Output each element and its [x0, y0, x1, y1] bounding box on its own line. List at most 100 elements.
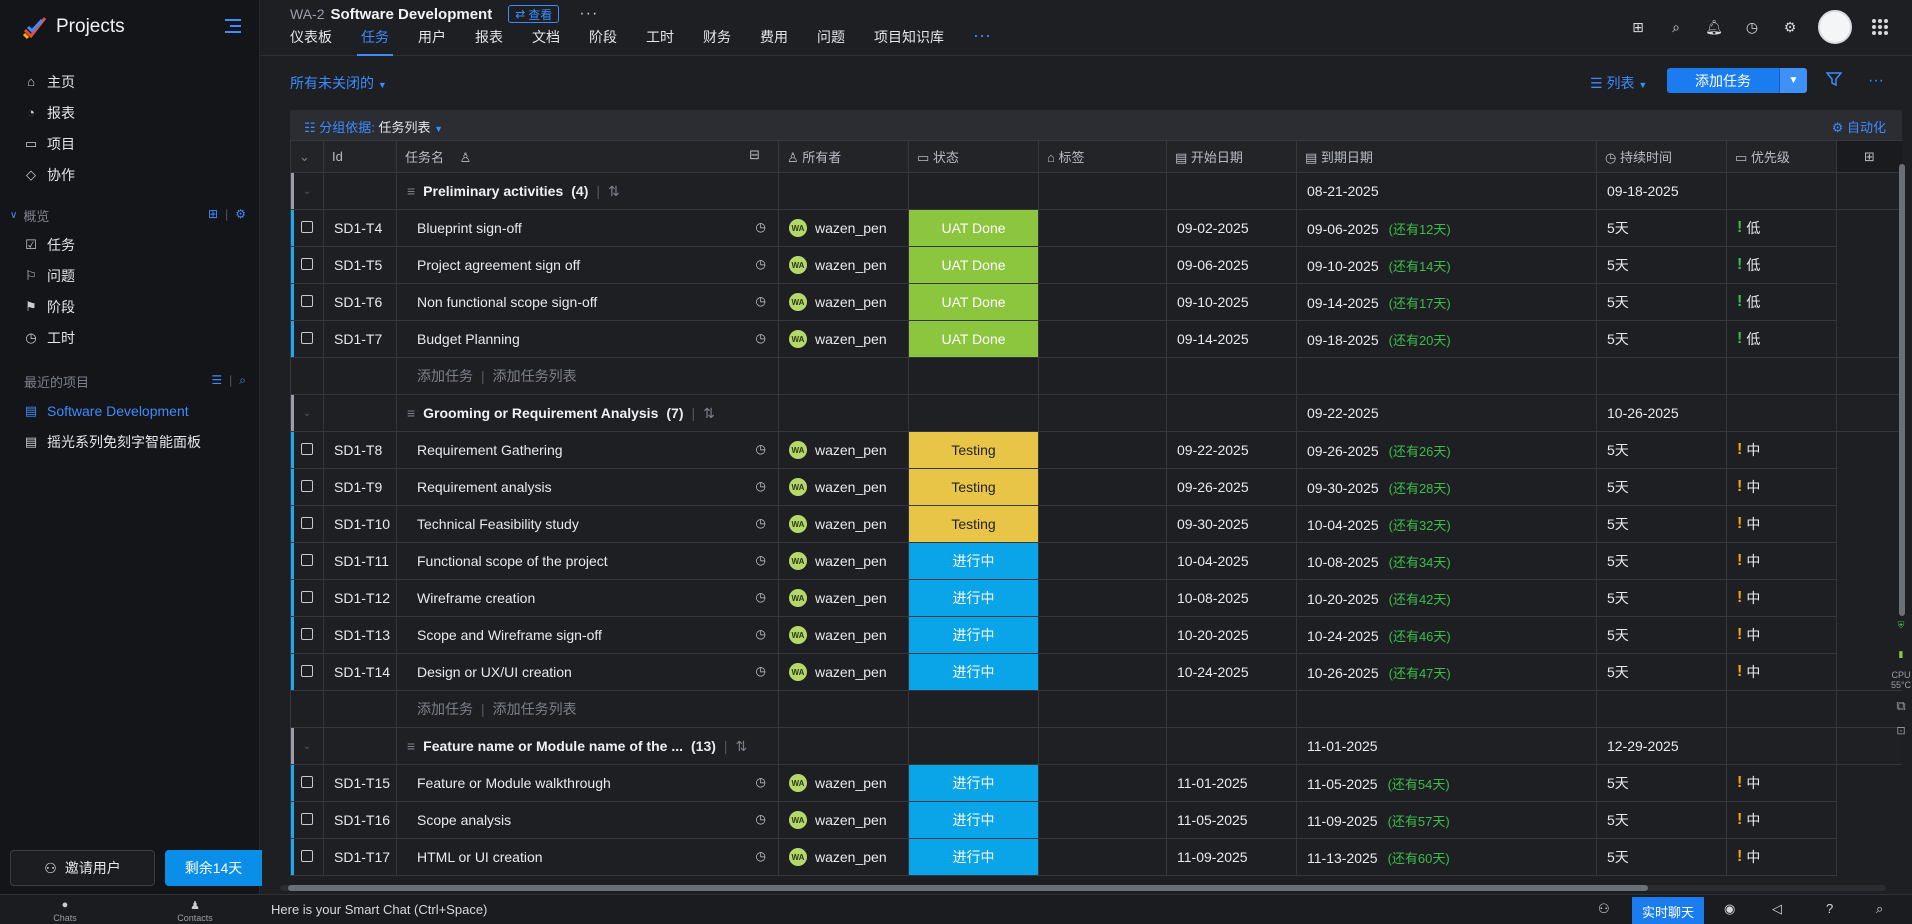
table-row[interactable]: SD1-T12 Wireframe creation ◷ WA wazen_pen … — [290, 579, 1903, 617]
tags-cell[interactable] — [1038, 801, 1167, 839]
task-name[interactable]: Technical Feasibility study — [417, 516, 579, 532]
priority-cell[interactable]: ! 中 — [1726, 838, 1837, 876]
tags-cell[interactable] — [1038, 653, 1167, 691]
row-checkbox[interactable] — [301, 591, 313, 603]
duration[interactable]: 5天 — [1596, 320, 1727, 358]
scrollbar-thumb[interactable] — [288, 885, 1648, 891]
table-row[interactable]: SD1-T8 Requirement Gathering ◷ WA wazen_pe… — [290, 431, 1903, 469]
live-chat-button[interactable]: 实时聊天 — [1632, 897, 1704, 924]
due-date-cell[interactable]: 09-18-2025 (还有20天) — [1296, 320, 1597, 358]
add-task-link[interactable]: 添加任务 — [417, 368, 473, 384]
start-date[interactable]: 09-10-2025 — [1166, 283, 1297, 321]
priority-cell[interactable]: ! 中 — [1726, 579, 1837, 617]
view-filter-dropdown[interactable]: 所有未关闭的 ▼ — [290, 73, 387, 93]
task-id[interactable]: SD1-T11 — [323, 542, 397, 580]
tags-cell[interactable] — [1038, 320, 1167, 358]
task-name[interactable]: Requirement analysis — [417, 479, 552, 495]
app-logo[interactable]: Projects — [22, 14, 125, 40]
timer-icon[interactable]: ◷ — [756, 220, 766, 234]
task-id[interactable]: SD1-T6 — [323, 283, 397, 321]
task-id[interactable]: SD1-T8 — [323, 431, 397, 469]
col-id[interactable]: Id — [323, 140, 397, 173]
col-task-name[interactable]: 任务名 ♙ ⊟ — [396, 140, 779, 173]
status-badge[interactable]: 进行中 — [908, 579, 1039, 617]
tab-expenses[interactable]: 费用 — [760, 28, 788, 56]
due-date-cell[interactable]: 10-24-2025 (还有46天) — [1296, 616, 1597, 654]
owner-cell[interactable]: WA wazen_pen — [778, 653, 909, 691]
timer-icon[interactable]: ◷ — [756, 812, 766, 826]
status-badge[interactable]: 进行中 — [908, 838, 1039, 876]
timer-icon[interactable]: ◷ — [756, 257, 766, 271]
status-badge[interactable]: 进行中 — [908, 616, 1039, 654]
tab-dashboard[interactable]: 仪表板 — [290, 28, 332, 56]
task-list-group-row[interactable]: ⌄ ≡ Feature name or Module name of the ..… — [290, 727, 1902, 765]
nav-collaborate[interactable]: ◇ 协作 — [0, 159, 260, 190]
vertical-scrollbar[interactable] — [1897, 160, 1907, 880]
timer-icon[interactable]: ◷ — [756, 664, 766, 678]
contact-support-icon[interactable]: ⚇ — [1598, 901, 1610, 917]
row-checkbox[interactable] — [301, 295, 313, 307]
due-date-cell[interactable]: 10-04-2025 (还有32天) — [1296, 505, 1597, 543]
tab-phases[interactable]: 阶段 — [589, 28, 617, 56]
owner-cell[interactable]: WA wazen_pen — [778, 838, 909, 876]
status-badge[interactable]: 进行中 — [908, 653, 1039, 691]
announcement-icon[interactable]: ◁ — [1772, 901, 1782, 917]
tags-cell[interactable] — [1038, 431, 1167, 469]
tags-cell[interactable] — [1038, 209, 1167, 247]
due-date-cell[interactable]: 11-13-2025 (还有60天) — [1296, 838, 1597, 876]
start-date[interactable]: 10-04-2025 — [1166, 542, 1297, 580]
more-icon[interactable]: ··· — [579, 5, 598, 23]
priority-cell[interactable]: ! 中 — [1726, 616, 1837, 654]
overview-section-header[interactable]: ∨ 概览 ⊞ | ⚙ — [0, 201, 260, 229]
duration[interactable]: 5天 — [1596, 283, 1727, 321]
due-date-cell[interactable]: 10-20-2025 (还有42天) — [1296, 579, 1597, 617]
timer-icon[interactable]: ◷ — [756, 590, 766, 604]
start-date[interactable]: 09-22-2025 — [1166, 431, 1297, 469]
start-date[interactable]: 10-20-2025 — [1166, 616, 1297, 654]
task-id[interactable]: SD1-T14 — [323, 653, 397, 691]
task-id[interactable]: SD1-T17 — [323, 838, 397, 876]
task-name-cell[interactable]: Technical Feasibility study ◷ — [396, 505, 779, 543]
row-select-cell[interactable] — [290, 505, 324, 543]
more-options-icon[interactable]: ··· — [1868, 72, 1884, 90]
status-badge[interactable]: UAT Done — [908, 283, 1039, 321]
due-date-cell[interactable]: 09-06-2025 (还有12天) — [1296, 209, 1597, 247]
row-select-cell[interactable] — [290, 801, 324, 839]
task-name[interactable]: Blueprint sign-off — [417, 220, 522, 236]
row-checkbox[interactable] — [301, 332, 313, 344]
task-name-cell[interactable]: Functional scope of the project ◷ — [396, 542, 779, 580]
sort-icon[interactable]: ⇅ — [703, 405, 715, 421]
sort-icon[interactable]: ⇅ — [736, 738, 748, 754]
table-row[interactable]: SD1-T5 Project agreement sign off ◷ WA waz… — [290, 246, 1903, 284]
task-name-cell[interactable]: Wireframe creation ◷ — [396, 579, 779, 617]
duration[interactable]: 5天 — [1596, 616, 1727, 654]
task-name-cell[interactable]: Requirement Gathering ◷ — [396, 431, 779, 469]
screenshot-icon[interactable]: ⧉ — [1890, 698, 1912, 714]
row-checkbox[interactable] — [301, 554, 313, 566]
accessibility-icon[interactable]: ◉ — [1724, 901, 1735, 917]
status-badge[interactable]: 进行中 — [908, 764, 1039, 802]
nav-phases[interactable]: ⚑ 阶段 — [0, 291, 260, 322]
settings-icon[interactable]: ⚙ — [235, 207, 246, 221]
select-all-header[interactable]: ⌄ — [290, 140, 324, 173]
table-row[interactable]: SD1-T9 Requirement analysis ◷ WA wazen_pen… — [290, 468, 1903, 506]
add-task-button[interactable]: 添加任务 — [1667, 68, 1779, 93]
col-duration[interactable]: ◷ 持续时间 — [1596, 140, 1727, 173]
nav-timesheet[interactable]: ◷ 工时 — [0, 322, 260, 353]
add-task-list-link[interactable]: 添加任务列表 — [493, 368, 577, 384]
tab-users[interactable]: 用户 — [418, 28, 446, 56]
task-name[interactable]: Scope and Wireframe sign-off — [417, 627, 602, 643]
timer-icon[interactable]: ◷ — [756, 627, 766, 641]
priority-cell[interactable]: ! 低 — [1726, 246, 1837, 284]
col-priority[interactable]: ▭ 优先级 — [1726, 140, 1837, 173]
group-toggle[interactable]: ⌄ — [290, 727, 324, 765]
recent-project-panel[interactable]: ▤ 摇光系列免刻字智能面板 — [0, 426, 260, 457]
task-name-cell[interactable]: Scope analysis ◷ — [396, 801, 779, 839]
group-toggle[interactable]: ⌄ — [290, 394, 324, 432]
duration[interactable]: 5天 — [1596, 209, 1727, 247]
tags-cell[interactable] — [1038, 246, 1167, 284]
owner-cell[interactable]: WA wazen_pen — [778, 431, 909, 469]
owner-cell[interactable]: WA wazen_pen — [778, 801, 909, 839]
tab-reports[interactable]: 报表 — [475, 28, 503, 56]
tab-tasks[interactable]: 任务 — [357, 28, 393, 56]
